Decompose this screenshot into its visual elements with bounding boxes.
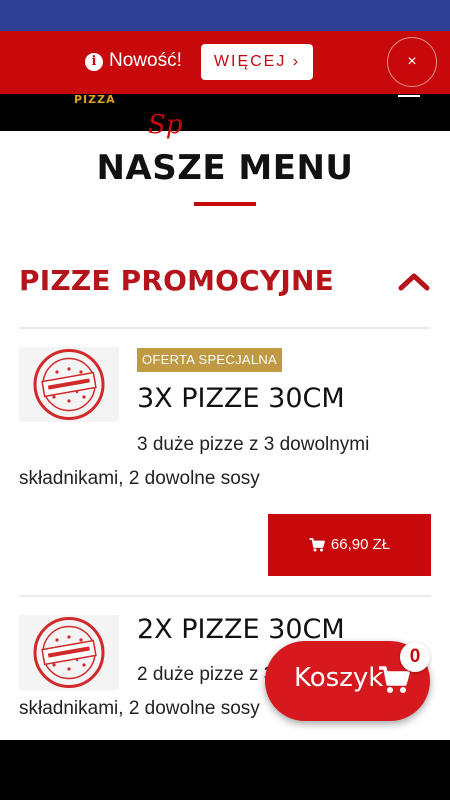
- chevron-up-icon[interactable]: [398, 271, 430, 291]
- special-offer-badge: OFERTA SPECJALNA: [137, 348, 282, 372]
- page-title: NASZE MENU: [96, 148, 354, 188]
- product-divider: [19, 595, 431, 597]
- more-button[interactable]: WIĘCEJ ›: [201, 44, 313, 80]
- product-name: 3X PIZZE 30CM: [137, 383, 345, 414]
- title-underline: [194, 202, 256, 206]
- status-bar: [0, 0, 450, 31]
- cart-label[interactable]: Koszyk: [294, 663, 383, 693]
- cart-icon: [309, 538, 325, 552]
- buy-now-stamp-icon: [19, 347, 119, 422]
- cart-icon[interactable]: [378, 666, 410, 694]
- add-to-cart-button[interactable]: 66,90 ZŁ: [268, 514, 431, 576]
- script-decoration: Sp: [148, 110, 183, 140]
- system-navigation-bar: [0, 740, 450, 800]
- price-label: 66,90 ZŁ: [330, 536, 391, 553]
- close-icon[interactable]: ×: [387, 37, 437, 87]
- site-logo[interactable]: PIZZA: [74, 93, 116, 106]
- site-header: [0, 93, 450, 131]
- promo-text: Nowość!: [109, 50, 182, 71]
- cart-count-badge: 0: [400, 642, 430, 672]
- info-circle-icon: i: [85, 53, 103, 71]
- section-divider: [19, 327, 431, 329]
- product-description: 3 duże pizze z 3 dowolnymi składnikami, …: [19, 434, 370, 489]
- section-title[interactable]: PIZZE PROMOCYJNE: [19, 264, 334, 297]
